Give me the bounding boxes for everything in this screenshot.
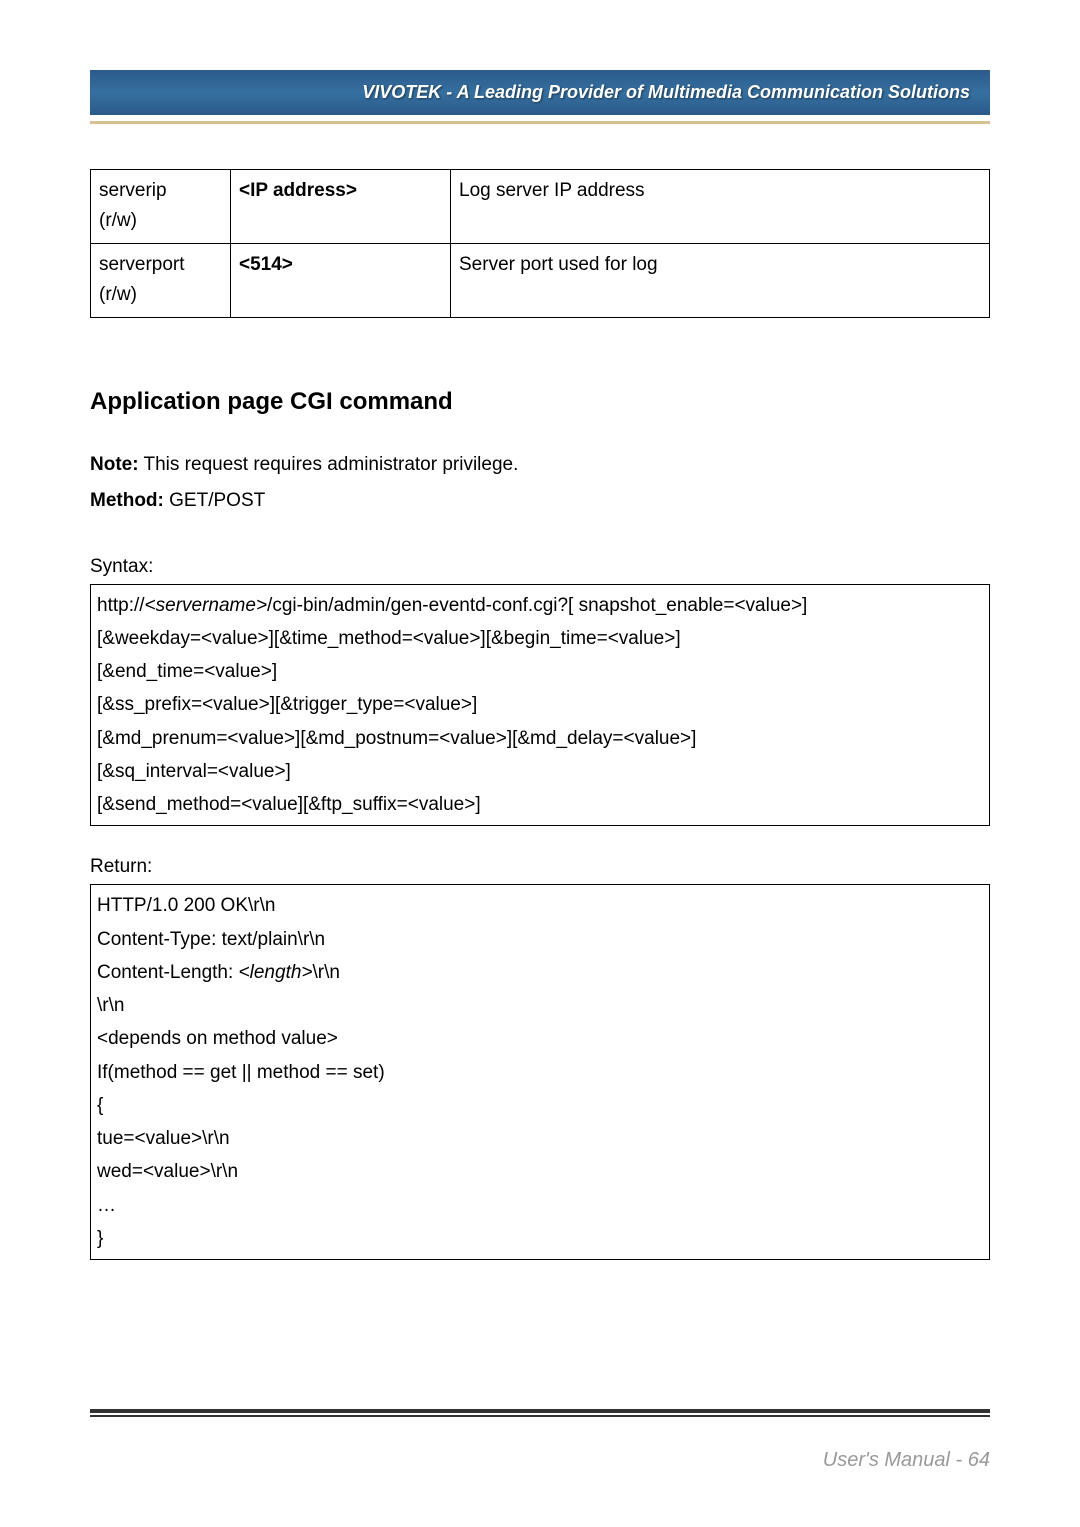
return-line: {: [97, 1089, 983, 1122]
syntax-line: [&send_method=<value][&ftp_suffix=<value…: [97, 788, 983, 821]
return-line: }: [97, 1222, 983, 1255]
param-name: serverport: [99, 254, 185, 275]
param-value-cell: <IP address>: [231, 170, 451, 244]
note-line: Note: This request requires administrato…: [90, 451, 990, 480]
return-label: Return:: [90, 856, 990, 878]
method-line: Method: GET/POST: [90, 487, 990, 516]
return-code-box: HTTP/1.0 200 OK\r\n Content-Type: text/p…: [90, 884, 990, 1260]
param-name-cell: serverport (r/w): [91, 243, 231, 317]
return-line: tue=<value>\r\n: [97, 1122, 983, 1155]
return-line: \r\n: [97, 989, 983, 1022]
param-desc: Server port used for log: [459, 254, 658, 275]
return-line: Content-Type: text/plain\r\n: [97, 923, 983, 956]
return-line: …: [97, 1189, 983, 1222]
syntax-line: [&ss_prefix=<value>][&trigger_type=<valu…: [97, 688, 983, 721]
syntax-code-box: http://<servername>/cgi-bin/admin/gen-ev…: [90, 584, 990, 827]
param-desc: Log server IP address: [459, 180, 645, 201]
param-name: serverip: [99, 180, 167, 201]
note-text: This request requires administrator priv…: [139, 454, 519, 475]
param-value-cell: <514>: [231, 243, 451, 317]
page-container: VIVOTEK - A Leading Provider of Multimed…: [0, 0, 1080, 1260]
table-row: serverport (r/w) <514> Server port used …: [91, 243, 990, 317]
syntax-label: Syntax:: [90, 556, 990, 578]
table-row: serverip (r/w) <IP address> Log server I…: [91, 170, 990, 244]
parameter-table: serverip (r/w) <IP address> Log server I…: [90, 169, 990, 318]
param-rw: (r/w): [99, 284, 137, 305]
return-length: <length>: [239, 962, 313, 983]
footer-rule-top: [90, 1409, 990, 1413]
footer-rule-bottom: [90, 1415, 990, 1417]
syntax-servername: <servername>: [145, 595, 268, 616]
param-desc-cell: Server port used for log: [451, 243, 990, 317]
param-name-cell: serverip (r/w): [91, 170, 231, 244]
footer-rule: [90, 1409, 990, 1417]
return-line: If(method == get || method == set): [97, 1056, 983, 1089]
note-label: Note:: [90, 454, 139, 475]
syntax-line: [&sq_interval=<value>]: [97, 755, 983, 788]
footer-page-number: User's Manual - 64: [823, 1449, 990, 1472]
return-line: <depends on method value>: [97, 1022, 983, 1055]
return-line: Content-Length: <length>\r\n: [97, 956, 983, 989]
method-label: Method:: [90, 490, 164, 511]
return-text: \r\n: [313, 962, 340, 983]
header-banner-text: VIVOTEK - A Leading Provider of Multimed…: [362, 82, 970, 102]
param-value: <514>: [239, 254, 293, 275]
return-line: wed=<value>\r\n: [97, 1155, 983, 1188]
syntax-line: [&weekday=<value>][&time_method=<value>]…: [97, 622, 983, 655]
syntax-text: http://: [97, 595, 145, 616]
return-line: HTTP/1.0 200 OK\r\n: [97, 889, 983, 922]
syntax-line: [&md_prenum=<value>][&md_postnum=<value>…: [97, 722, 983, 755]
section-heading: Application page CGI command: [90, 388, 990, 416]
return-text: Content-Length:: [97, 962, 239, 983]
syntax-text: /cgi-bin/admin/gen-eventd-conf.cgi?[ sna…: [267, 595, 807, 616]
header-underline: [90, 121, 990, 124]
param-desc-cell: Log server IP address: [451, 170, 990, 244]
param-rw: (r/w): [99, 210, 137, 231]
param-value: <IP address>: [239, 180, 357, 201]
syntax-line: http://<servername>/cgi-bin/admin/gen-ev…: [97, 589, 983, 622]
syntax-line: [&end_time=<value>]: [97, 655, 983, 688]
header-banner: VIVOTEK - A Leading Provider of Multimed…: [90, 70, 990, 115]
method-text: GET/POST: [164, 490, 265, 511]
